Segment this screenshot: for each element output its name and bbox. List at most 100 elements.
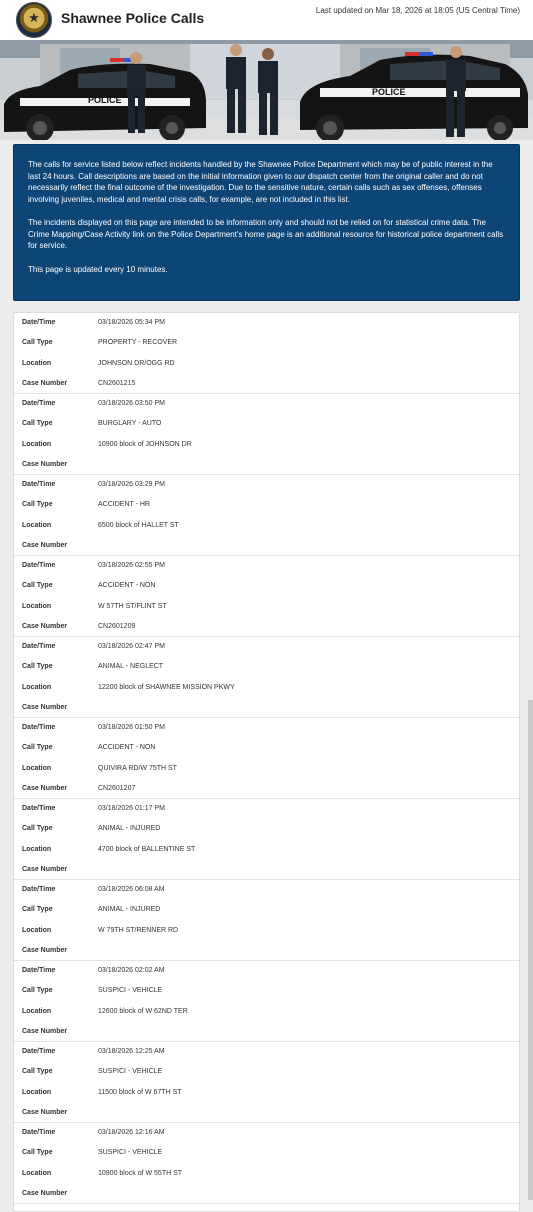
field-label: Call Type: [22, 582, 53, 590]
record-row-call-type: Call Type BURGLARY - AUTO: [14, 414, 519, 434]
record-row-datetime: Date/Time 03/18/2026 06:08 AM: [14, 880, 519, 900]
field-label: Case Number: [22, 703, 68, 711]
record-row-case-number: Case Number: [14, 941, 519, 961]
record-row-datetime: Date/Time 03/18/2026 12:16 AM: [14, 1123, 519, 1143]
scrollbar-thumb[interactable]: [528, 700, 533, 1200]
field-value: QUIVIRA RD/W 75TH ST: [98, 764, 177, 772]
info-notice-panel: The calls for service listed below refle…: [13, 144, 520, 301]
page-header: ★ Shawnee Police Calls Last updated on M…: [0, 0, 533, 40]
record-row-location: Location W 57TH ST/FLINT ST: [14, 597, 519, 617]
field-value: SUSPICI - VEHICLE: [98, 987, 163, 995]
record-row-case-number: Case Number: [14, 1184, 519, 1204]
field-value: 03/18/2026 02:02 AM: [98, 967, 165, 974]
field-value: 10900 block of W 55TH ST: [98, 1169, 183, 1177]
record-row-call-type: Call Type SUSPICI - VEHICLE: [14, 1143, 519, 1163]
call-record: Date/Time 03/18/2026 01:50 PM Call Type ACC…: [14, 718, 519, 799]
record-row-datetime: Date/Time 03/18/2026 02:47 PM: [14, 637, 519, 657]
field-label: Call Type: [22, 906, 53, 914]
field-label: Case Number: [22, 1189, 68, 1197]
field-value: ANIMAL - NEGLECT: [98, 663, 164, 671]
field-value: 03/18/2026 05:34 PM: [98, 319, 165, 326]
field-label: Case Number: [22, 622, 68, 630]
call-record: Date/Time 03/18/2026 06:08 AM Call Type ANI…: [14, 880, 519, 961]
field-value: 11500 block of W 67TH ST: [98, 1088, 182, 1096]
record-row-datetime: Date/Time 03/18/2026 03:29 PM: [14, 475, 519, 495]
field-label: Location: [22, 440, 52, 448]
field-label: Call Type: [22, 744, 53, 752]
field-value: ACCIDENT - HR: [98, 501, 150, 509]
record-row-case-number: Case Number: [14, 1022, 519, 1042]
field-label: Call Type: [22, 501, 53, 509]
field-value: 03/18/2026 02:47 PM: [98, 643, 165, 650]
field-value: SUSPICI - VEHICLE: [98, 1068, 163, 1076]
field-label: Date/Time: [22, 319, 56, 326]
record-row-datetime: Date/Time 03/18/2026 03:50 PM: [14, 394, 519, 414]
field-label: Case Number: [22, 1108, 68, 1116]
field-label: Case Number: [22, 865, 68, 873]
field-value: 12600 block of W 62ND TER: [98, 1007, 188, 1015]
field-label: Case Number: [22, 1027, 68, 1035]
field-value: 6500 block of HALLET ST: [98, 521, 179, 529]
notice-paragraph: The incidents displayed on this page are…: [28, 218, 504, 250]
calls-list: Date/Time 03/18/2026 05:34 PM Call Type PRO…: [13, 312, 520, 1212]
car-police-text: POLICE: [88, 95, 122, 105]
call-record: Date/Time 03/18/2026 02:02 AM Call Type SUS…: [14, 961, 519, 1042]
record-row-case-number: Case Number: [14, 860, 519, 880]
field-value: PROPERTY - RECOVER: [98, 339, 178, 347]
record-row-location: Location 6500 block of HALLET ST: [14, 516, 519, 536]
field-label: Date/Time: [22, 886, 56, 893]
field-value: 03/18/2026 02:55 PM: [98, 562, 165, 569]
field-label: Case Number: [22, 379, 68, 387]
field-label: Location: [22, 683, 52, 691]
field-value: 03/18/2026 12:16 AM: [98, 1129, 165, 1136]
hero-banner-photo: POLICE POLICE: [0, 40, 533, 140]
record-row-location: Location 10900 block of JOHNSON DR: [14, 435, 519, 455]
notice-paragraph: This page is updated every 10 minutes.: [28, 264, 168, 274]
car-police-text: POLICE: [372, 87, 406, 97]
record-row-datetime: Date/Time 03/18/2026 02:02 AM: [14, 961, 519, 981]
field-label: Location: [22, 521, 52, 529]
field-label: Location: [22, 1169, 52, 1177]
record-row-call-type: Call Type ACCIDENT - HR: [14, 495, 519, 515]
field-label: Call Type: [22, 987, 53, 995]
call-record: Date/Time 03/18/2026 02:55 PM Call Type ACC…: [14, 556, 519, 637]
record-row-call-type: Call Type ANIMAL - INJURED: [14, 819, 519, 839]
record-row-case-number: Case Number: [14, 536, 519, 556]
field-label: Case Number: [22, 946, 68, 954]
notice-paragraph: The calls for service listed below refle…: [28, 160, 493, 204]
field-value: 03/18/2026 12:25 AM: [98, 1048, 165, 1055]
field-label: Date/Time: [22, 724, 56, 731]
record-row-location: Location 10900 block of W 55TH ST: [14, 1164, 519, 1184]
field-label: Date/Time: [22, 562, 56, 569]
call-record: Date/Time 03/18/2026 02:47 PM Call Type ANI…: [14, 637, 519, 718]
field-label: Date/Time: [22, 1048, 56, 1055]
field-value: SUSPICI - VEHICLE: [98, 1149, 163, 1157]
field-label: Call Type: [22, 420, 53, 428]
record-row-datetime: Date/Time 03/18/2026 12:25 AM: [14, 1042, 519, 1062]
field-label: Call Type: [22, 663, 53, 671]
record-row-location: Location 12600 block of W 62ND TER: [14, 1002, 519, 1022]
call-record: Date/Time 03/18/2026 03:29 PM Call Type ACC…: [14, 475, 519, 556]
field-value: CN2601209: [98, 622, 136, 630]
record-row-case-number: Case Number: [14, 1103, 519, 1123]
record-row-case-number: Case Number: [14, 455, 519, 475]
field-value: 4700 block of BALLENTINE ST: [98, 845, 196, 853]
field-value: 03/18/2026 03:29 PM: [98, 481, 165, 488]
record-row-call-type: Call Type PROPERTY - RECOVER: [14, 333, 519, 353]
record-row-location: Location 11500 block of W 67TH ST: [14, 1083, 519, 1103]
field-value: 03/18/2026 03:50 PM: [98, 400, 165, 407]
record-row-datetime: Date/Time 03/18/2026 05:34 PM: [14, 313, 519, 333]
last-updated-text: Last updated on Mar 18, 2026 at 18:05 (U…: [315, 6, 520, 15]
call-record: Date/Time 03/18/2026 12:16 AM Call Type SUS…: [14, 1123, 519, 1204]
field-value: ANIMAL - INJURED: [98, 906, 161, 914]
field-label: Call Type: [22, 339, 53, 347]
field-value: 03/18/2026 01:50 PM: [98, 724, 165, 731]
record-row-call-type: Call Type ACCIDENT - NON: [14, 738, 519, 758]
police-officers-and-cars-illustration: POLICE POLICE: [0, 40, 533, 140]
record-row-case-number: Case Number CN2601215: [14, 374, 519, 394]
field-value: W 57TH ST/FLINT ST: [98, 602, 167, 610]
field-label: Date/Time: [22, 481, 56, 488]
field-label: Location: [22, 764, 52, 772]
field-label: Call Type: [22, 1068, 53, 1076]
field-label: Date/Time: [22, 1129, 56, 1136]
